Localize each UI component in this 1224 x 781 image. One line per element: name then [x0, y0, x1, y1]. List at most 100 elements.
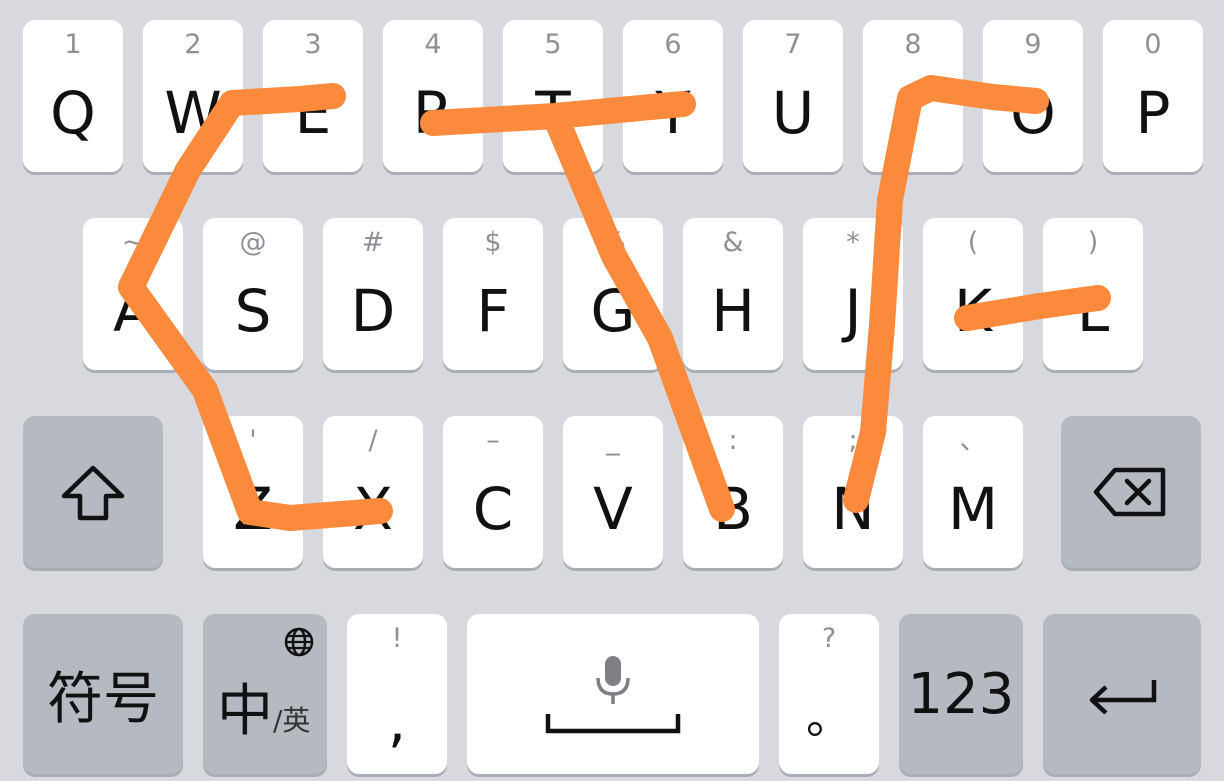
key-label: V	[593, 475, 633, 543]
key-label: B	[713, 475, 753, 543]
lang-english-label: /英	[273, 704, 311, 737]
key-u[interactable]: 7U	[743, 20, 843, 172]
lang-chinese-label: 中	[217, 679, 273, 744]
key-label: F	[476, 277, 510, 345]
key-sub-label: 6	[664, 29, 682, 60]
key-sub-label: #	[361, 227, 385, 258]
key-label: S	[234, 277, 272, 345]
key-r[interactable]: 4R	[383, 20, 483, 172]
key-y[interactable]: 6Y	[623, 20, 723, 172]
key-sub-label: (	[967, 227, 979, 258]
microphone-icon	[595, 654, 631, 710]
key-sub-label: 9	[1024, 29, 1042, 60]
key-w[interactable]: 2W	[143, 20, 243, 172]
key-h[interactable]: & H	[683, 218, 783, 370]
comma-key[interactable]: ! ,	[347, 614, 447, 774]
key-q[interactable]: 1Q	[23, 20, 123, 172]
symbols-label: 符号	[47, 666, 159, 732]
key-sub-label: 2	[184, 29, 202, 60]
key-label: Z	[233, 475, 273, 543]
enter-key[interactable]	[1043, 614, 1201, 774]
numbers-key[interactable]: 123	[899, 614, 1023, 774]
key-label: M	[947, 475, 999, 543]
period-key[interactable]: ? 。	[779, 614, 879, 774]
key-sub-label: 0	[1144, 29, 1162, 60]
key-x[interactable]: / X	[323, 416, 423, 568]
key-sub-label: ~	[121, 227, 145, 258]
key-label: Y	[655, 79, 691, 147]
key-j[interactable]: * J	[803, 218, 903, 370]
key-c[interactable]: – C	[443, 416, 543, 568]
key-label: D	[350, 277, 396, 345]
key-label: R	[412, 79, 454, 147]
key-k[interactable]: (K	[923, 218, 1023, 370]
key-sub-label: 4	[424, 29, 442, 60]
key-label: I	[904, 79, 922, 147]
symbols-key[interactable]: 符号	[23, 614, 183, 774]
keyboard: 1Q 2W 3E 4R 5T 6Y 7U 8I 9O 0P ~ A @ S # D $…	[0, 0, 1224, 781]
key-m[interactable]: 、 M	[923, 416, 1023, 568]
key-label: G	[590, 277, 636, 345]
enter-arrow-icon	[1043, 614, 1201, 774]
key-t[interactable]: 5T	[503, 20, 603, 172]
key-sub-label: )	[1087, 227, 1099, 258]
key-label: A	[113, 277, 153, 345]
key-sub-label: 5	[544, 29, 562, 60]
key-sub-label: 8	[904, 29, 922, 60]
backspace-icon	[1061, 416, 1201, 568]
key-sub-label: 3	[304, 29, 322, 60]
key-sub-label: *	[846, 227, 860, 258]
key-d[interactable]: # D	[323, 218, 423, 370]
key-p[interactable]: 0P	[1103, 20, 1203, 172]
space-key[interactable]	[467, 614, 759, 774]
language-switch-key[interactable]: 中/英	[203, 614, 327, 774]
key-sub-label: /	[368, 425, 378, 456]
key-i[interactable]: 8I	[863, 20, 963, 172]
key-label: K	[953, 277, 993, 345]
key-z[interactable]: ' Z	[203, 416, 303, 568]
key-label: P	[1135, 79, 1171, 147]
key-label: W	[164, 79, 222, 147]
numbers-label: 123	[907, 661, 1015, 727]
key-sub-label: $	[484, 227, 502, 258]
key-sub-label: ?	[821, 623, 837, 654]
key-label: 。	[806, 690, 852, 744]
key-n[interactable]: ; N	[803, 416, 903, 568]
key-sub-label: 、	[959, 425, 987, 456]
key-sub-label: :	[728, 425, 738, 456]
key-sub-label: @	[239, 227, 267, 258]
key-o[interactable]: 9O	[983, 20, 1083, 172]
key-g[interactable]: % G	[563, 218, 663, 370]
key-sub-label: _	[606, 425, 620, 456]
key-sub-label: '	[249, 425, 257, 456]
key-label: Q	[50, 79, 96, 147]
key-s[interactable]: @ S	[203, 218, 303, 370]
key-sub-label: –	[486, 425, 500, 456]
key-sub-label: &	[722, 227, 744, 258]
key-e[interactable]: 3E	[263, 20, 363, 172]
key-label: X	[353, 475, 393, 543]
key-label: E	[294, 79, 332, 147]
key-b[interactable]: :B	[683, 416, 783, 568]
key-l[interactable]: ) L	[1043, 218, 1143, 370]
key-sub-label: ;	[848, 425, 858, 456]
globe-icon	[283, 626, 315, 662]
key-label: C	[472, 475, 514, 543]
key-sub-label: 1	[64, 29, 82, 60]
key-v[interactable]: _ V	[563, 416, 663, 568]
shift-key[interactable]	[23, 416, 163, 568]
key-label: T	[535, 79, 571, 147]
shift-arrow-icon	[23, 416, 163, 568]
key-sub-label: !	[391, 623, 403, 654]
key-a[interactable]: ~ A	[83, 218, 183, 370]
space-bar-icon	[545, 712, 681, 738]
key-label: N	[831, 475, 875, 543]
key-sub-label: %	[600, 227, 626, 258]
key-sub-label: 7	[784, 29, 802, 60]
key-f[interactable]: $ F	[443, 218, 543, 370]
key-label: H	[711, 277, 755, 345]
key-label: O	[1010, 79, 1056, 147]
key-label: J	[844, 277, 862, 345]
key-label: U	[771, 79, 815, 147]
backspace-key[interactable]	[1061, 416, 1201, 568]
